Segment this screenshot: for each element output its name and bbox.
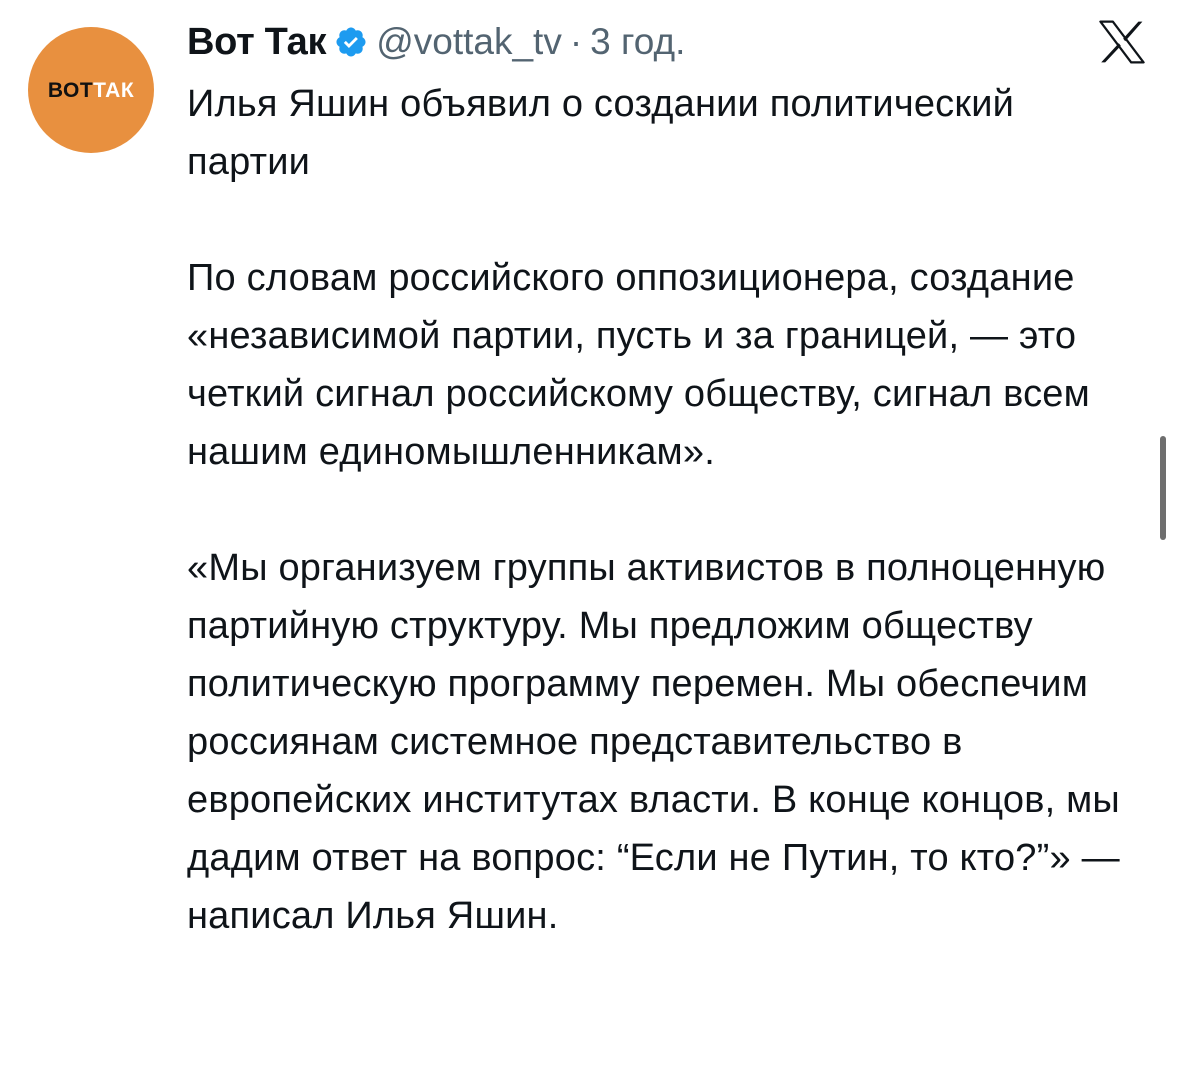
tweet-text: Илья Яшин объявил о создании политически…	[187, 83, 1120, 937]
verified-badge-icon	[334, 25, 368, 59]
timestamp[interactable]: 3 год.	[590, 21, 685, 63]
avatar[interactable]: ВОТТАК	[28, 27, 154, 153]
scrollbar[interactable]	[1160, 436, 1166, 540]
avatar-logo-part1: ВОТ	[47, 78, 94, 102]
display-name[interactable]: Вот Так	[187, 21, 327, 64]
x-logo-icon[interactable]	[1098, 20, 1146, 64]
avatar-logo: ВОТТАК	[48, 80, 134, 101]
avatar-logo-part2: ТАК	[93, 78, 135, 102]
tweet-header: Вот Так @vottak_tv · 3 год.	[187, 16, 685, 68]
separator-dot: ·	[569, 21, 583, 62]
handle[interactable]: @vottak_tv	[376, 21, 562, 63]
